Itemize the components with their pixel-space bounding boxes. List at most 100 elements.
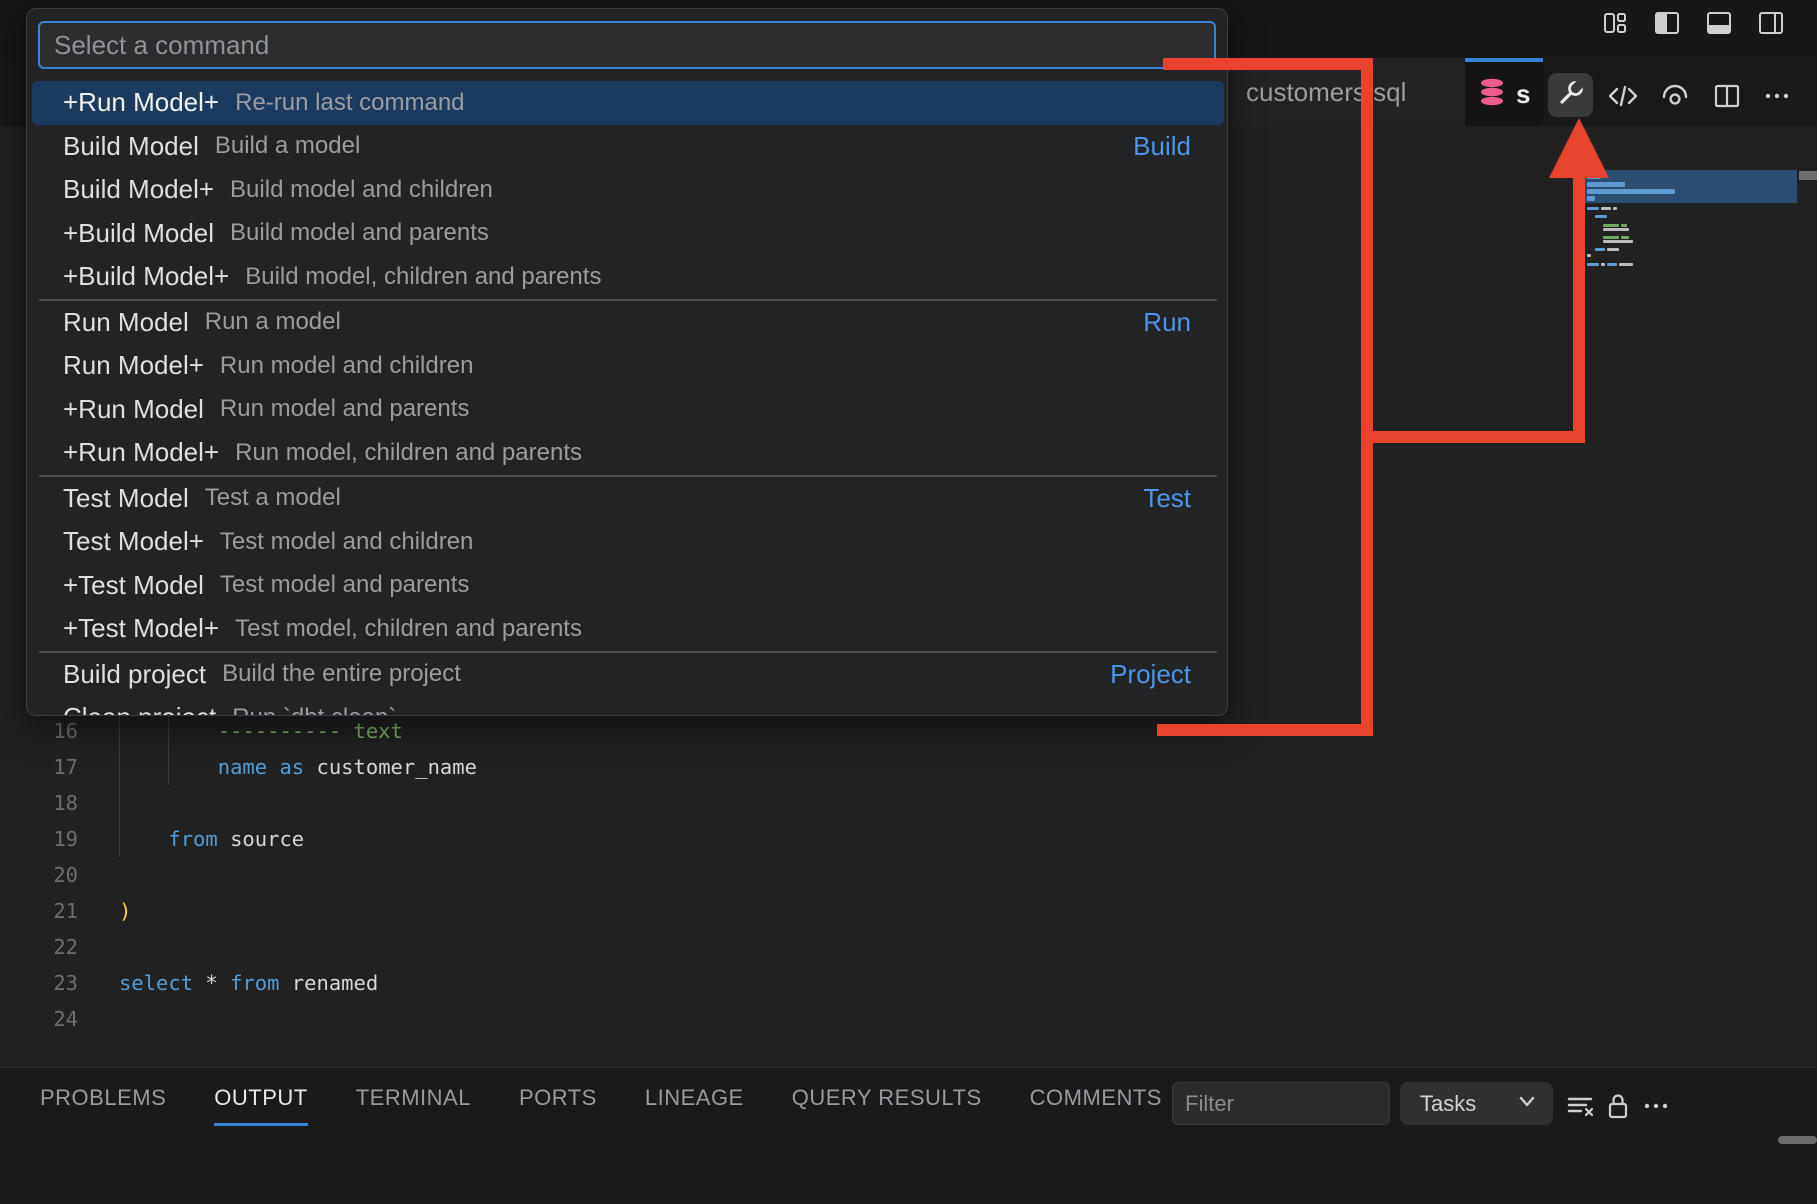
command-group-badge: Run: [1143, 307, 1191, 338]
command-item-label: Test Model+: [63, 526, 204, 557]
panel-scrollbar[interactable]: [1778, 1136, 1817, 1144]
panel-tab-problems[interactable]: PROBLEMS: [40, 1085, 166, 1126]
command-item[interactable]: Run Model Run a model Run: [27, 301, 1228, 345]
command-item[interactable]: +Build Model+ Build model, children and p…: [27, 255, 1228, 299]
code-icon[interactable]: [1606, 79, 1640, 113]
command-item-description: Re-run last command: [235, 89, 464, 117]
command-item[interactable]: +Build ModelBuild model and parents: [27, 212, 1228, 256]
preview-eye-icon[interactable]: [1658, 79, 1692, 113]
toggle-primary-sidebar-icon[interactable]: [1652, 8, 1682, 38]
command-palette: +Run Model+ Re-run last command Build Mode…: [26, 8, 1228, 716]
command-item-description: Build model, children and parents: [245, 263, 601, 291]
command-item-label: +Test Model: [63, 570, 204, 601]
command-item-label: +Run Model: [63, 394, 204, 425]
line-number: 16: [0, 713, 78, 749]
command-item[interactable]: Test ModelTest a modelTest: [27, 477, 1228, 521]
command-item-description: Run a model: [205, 308, 341, 336]
line-number: 22: [0, 929, 78, 965]
annotation-line-middle: [1361, 431, 1585, 443]
panel-tab-lineage[interactable]: LINEAGE: [645, 1085, 744, 1126]
line-numbers: 161718192021222324: [0, 713, 78, 1037]
command-item[interactable]: Clean project Run `dbt clean`: [27, 696, 1228, 716]
code-line: name as customer_name: [119, 749, 477, 785]
minimap-code-line: [1603, 228, 1629, 231]
annotation-line-right-vertical: [1573, 172, 1585, 443]
command-item[interactable]: +Run Model+ Re-run last command: [32, 81, 1224, 125]
minimap-code-line: [1603, 236, 1619, 239]
panel-tab-ports[interactable]: PORTS: [519, 1085, 597, 1126]
command-item-description: Build model and parents: [230, 219, 489, 247]
command-item-label: Build project: [63, 659, 206, 690]
command-item-label: Clean project: [63, 702, 216, 716]
command-item-description: Test model and parents: [220, 571, 469, 599]
tasks-dropdown[interactable]: Tasks: [1400, 1082, 1553, 1125]
command-item-label: +Test Model+: [63, 613, 219, 644]
tab-label-clipped: s: [1516, 79, 1530, 110]
minimap-selection-line: [1587, 196, 1595, 201]
annotation-line-left-vertical: [1361, 58, 1373, 736]
minimap-code-line: [1613, 207, 1617, 210]
panel-tab-query-results[interactable]: QUERY RESULTS: [792, 1085, 982, 1126]
command-item-description: Run model, children and parents: [235, 439, 582, 467]
command-item-label: Build Model+: [63, 174, 214, 205]
line-number: 18: [0, 785, 78, 821]
wrench-icon: [1555, 77, 1587, 114]
panel-tab-output[interactable]: OUTPUT: [214, 1085, 307, 1126]
line-number: 24: [0, 1001, 78, 1037]
wrench-button[interactable]: [1548, 73, 1593, 117]
minimap[interactable]: [1583, 126, 1797, 1026]
annotation-arrowhead: [1549, 118, 1609, 178]
panel-more-icon[interactable]: [1638, 1088, 1674, 1124]
command-item-label: Run Model: [63, 307, 189, 338]
more-actions-icon[interactable]: [1760, 79, 1794, 113]
code-line: ): [119, 893, 477, 929]
line-number: 20: [0, 857, 78, 893]
lock-icon[interactable]: [1600, 1088, 1636, 1124]
split-editor-icon[interactable]: [1710, 79, 1744, 113]
code-lines: ---------- text name as customer_name fr…: [119, 713, 477, 1037]
panel-tab-bar: PROBLEMS OUTPUT TERMINAL PORTS LINEAGE QUERY …: [40, 1085, 1162, 1126]
command-item-description: Build the entire project: [222, 660, 461, 688]
minimap-selection-line: [1587, 189, 1675, 194]
editor-scrollbar[interactable]: [1799, 171, 1817, 180]
command-item[interactable]: +Run Model Run model and parents: [27, 388, 1228, 432]
command-item[interactable]: Run Model+Run model and children: [27, 344, 1228, 388]
command-item[interactable]: +Test Model Test model and parents: [27, 564, 1228, 608]
command-item[interactable]: Test Model+Test model and children: [27, 520, 1228, 564]
command-item-label: Run Model+: [63, 350, 204, 381]
tasks-dropdown-label: Tasks: [1420, 1091, 1476, 1117]
tab-label: customers.sql: [1246, 77, 1406, 108]
filter-input[interactable]: [1172, 1082, 1390, 1125]
tab-active-sql-preview[interactable]: s: [1465, 58, 1543, 126]
minimap-code-line: [1621, 236, 1629, 239]
line-number: 17: [0, 749, 78, 785]
panel-tab-terminal[interactable]: TERMINAL: [356, 1085, 471, 1126]
panel-tab-comments[interactable]: COMMENTS: [1030, 1085, 1162, 1126]
minimap-code-line: [1601, 263, 1605, 266]
minimap-code-line: [1621, 224, 1627, 227]
customize-layout-icon[interactable]: [1600, 8, 1630, 38]
command-group-badge: Test: [1143, 483, 1191, 514]
command-item[interactable]: +Run Model+Run model, children and paren…: [27, 431, 1228, 475]
minimap-code-line: [1607, 248, 1619, 251]
command-input[interactable]: [38, 21, 1216, 69]
command-group-badge: Build: [1133, 131, 1191, 162]
toggle-panel-icon[interactable]: [1704, 8, 1734, 38]
command-item[interactable]: +Test Model+ Test model, children and par…: [27, 607, 1228, 651]
command-item-description: Run `dbt clean`: [232, 704, 396, 716]
command-item[interactable]: Build ModelBuild a modelBuild: [27, 125, 1228, 169]
line-number: 21: [0, 893, 78, 929]
code-editor[interactable]: 161718192021222324 ---------- text name …: [0, 713, 1580, 1043]
command-item-description: Build model and children: [230, 176, 493, 204]
command-item[interactable]: Build Model+ Build model and children: [27, 168, 1228, 212]
code-line: [119, 1001, 477, 1037]
command-item-description: Test model, children and parents: [235, 615, 582, 643]
command-item-label: +Build Model+: [63, 261, 229, 292]
command-item-label: +Run Model+: [63, 87, 219, 118]
toggle-secondary-sidebar-icon[interactable]: [1756, 8, 1786, 38]
minimap-code-line: [1587, 207, 1599, 210]
command-item-label: Build Model: [63, 131, 199, 162]
clear-output-icon[interactable]: [1562, 1088, 1598, 1124]
command-item-description: Run model and parents: [220, 395, 470, 423]
command-item[interactable]: Build projectBuild the entire projectPro…: [27, 653, 1228, 697]
